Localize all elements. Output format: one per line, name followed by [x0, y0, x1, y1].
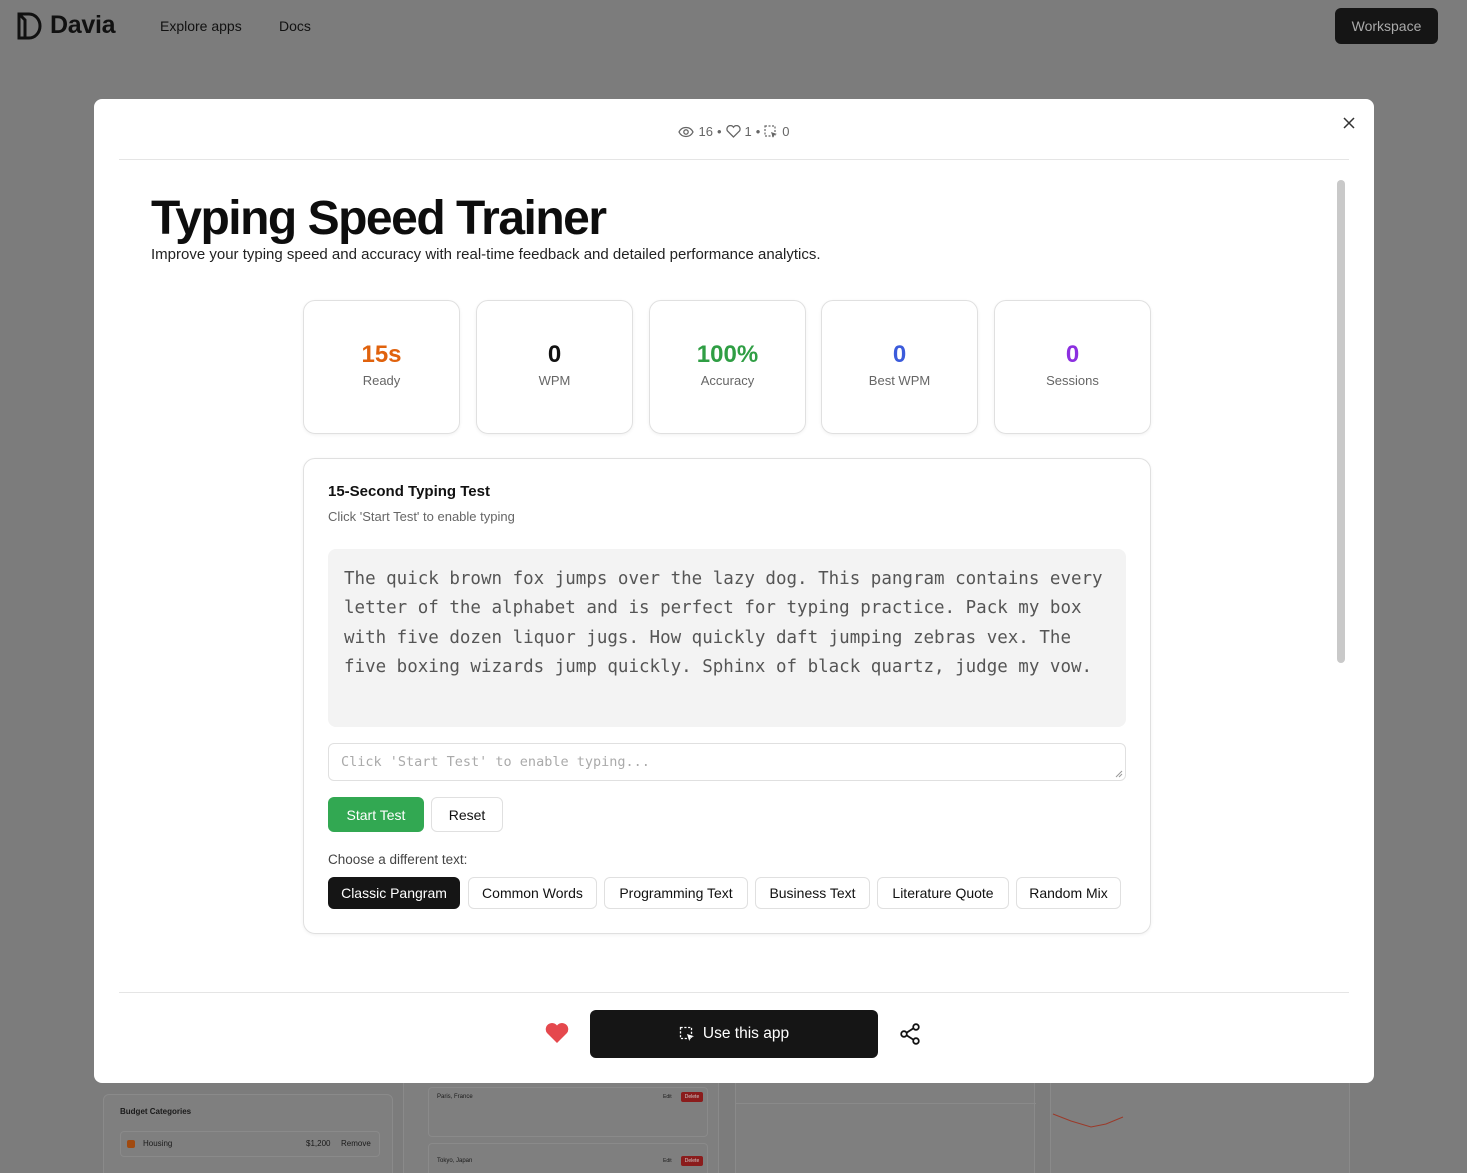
- app-preview: Typing Speed Trainer Improve your typing…: [119, 160, 1349, 975]
- test-subtitle: Click 'Start Test' to enable typing: [328, 509, 515, 524]
- bg-card-3: [735, 1078, 1036, 1173]
- chip-literature-quote[interactable]: Literature Quote: [877, 877, 1009, 909]
- bg-budget-card: Budget Categories Housing $1,200 Remove: [103, 1094, 393, 1173]
- separator: •: [755, 124, 761, 139]
- resize-grip-icon[interactable]: [1115, 770, 1123, 778]
- stat-label: Ready: [362, 372, 401, 388]
- bg-trip-delete: Delete: [681, 1156, 703, 1166]
- like-button[interactable]: [544, 1021, 570, 1045]
- bg-swatch: [127, 1140, 135, 1148]
- stat-card-timer: 15s Ready: [303, 300, 460, 434]
- brand-name: Davia: [50, 11, 116, 39]
- close-icon: [1343, 117, 1355, 129]
- choose-text-label: Choose a different text:: [328, 852, 468, 867]
- bg-budget-item: Housing: [143, 1139, 173, 1148]
- close-button[interactable]: [1339, 113, 1359, 133]
- workspace-button[interactable]: Workspace: [1335, 8, 1438, 44]
- bg-line-icon: [1052, 1113, 1124, 1128]
- stat-value: 0: [1065, 340, 1080, 368]
- stat-card-best-wpm: 0 Best WPM: [821, 300, 978, 434]
- stat-label: Sessions: [1046, 372, 1099, 388]
- bg-trip-name: Paris, France: [437, 1094, 473, 1100]
- nav-docs[interactable]: Docs: [279, 18, 311, 34]
- test-title: 15-Second Typing Test: [328, 483, 490, 500]
- reset-button[interactable]: Reset: [431, 797, 503, 832]
- app-subtitle: Improve your typing speed and accuracy w…: [151, 246, 821, 263]
- davia-logo-icon: [17, 12, 42, 39]
- app-modal: 16 • 1 • 0 Typing Speed Trainer Improve …: [94, 99, 1374, 1083]
- bg-divider: [736, 1103, 1036, 1104]
- typing-test-card: 15-Second Typing Test Click 'Start Test'…: [303, 458, 1151, 934]
- bg-trips-card: Paris, France Edit Delete Tokyo, Japan E…: [403, 1076, 719, 1173]
- uses-count: 0: [782, 124, 790, 139]
- bg-trip-row: Tokyo, Japan Edit Delete: [428, 1143, 708, 1173]
- cursor-select-icon: [679, 1026, 694, 1041]
- modal-divider-bottom: [119, 992, 1349, 993]
- bg-budget-remove: Remove: [341, 1139, 371, 1148]
- stat-card-wpm: 0 WPM: [476, 300, 633, 434]
- stat-value: 0: [892, 340, 907, 368]
- bg-budget-amount: $1,200: [306, 1139, 331, 1148]
- typing-input-placeholder: Click 'Start Test' to enable typing...: [341, 754, 650, 770]
- stat-label: Best WPM: [868, 372, 931, 388]
- heart-icon: [545, 1023, 569, 1043]
- bg-trip-row: Paris, France Edit Delete: [428, 1087, 708, 1137]
- nav-explore-apps[interactable]: Explore apps: [160, 18, 242, 34]
- stat-label: Accuracy: [700, 372, 755, 388]
- cursor-select-icon: [764, 124, 778, 138]
- bg-budget-title: Budget Categories: [120, 1107, 192, 1116]
- passage-text: The quick brown fox jumps over the lazy …: [328, 549, 1126, 727]
- modal-stats: 16 • 1 • 0: [94, 124, 1374, 139]
- chip-classic-pangram[interactable]: Classic Pangram: [328, 877, 460, 909]
- bg-budget-row: Housing $1,200 Remove: [120, 1131, 380, 1157]
- stat-value: 100%: [696, 340, 759, 368]
- bg-trip-edit: Edit: [663, 1158, 672, 1164]
- bg-trip-name: Tokyo, Japan: [437, 1158, 473, 1164]
- share-icon: [900, 1023, 920, 1045]
- chip-random-mix[interactable]: Random Mix: [1016, 877, 1121, 909]
- start-test-button[interactable]: Start Test: [328, 797, 424, 832]
- stat-value: 0: [547, 340, 562, 368]
- chip-business-text[interactable]: Business Text: [755, 877, 870, 909]
- stat-label: WPM: [538, 372, 571, 388]
- scrollbar-thumb[interactable]: [1337, 180, 1345, 663]
- heart-outline-icon: [725, 125, 741, 138]
- use-app-label: Use this app: [702, 1025, 790, 1042]
- views-count: 16: [698, 124, 713, 139]
- eye-icon: [678, 126, 695, 137]
- share-button[interactable]: [898, 1022, 922, 1046]
- bg-trip-edit: Edit: [663, 1094, 672, 1100]
- typing-input[interactable]: Click 'Start Test' to enable typing...: [328, 743, 1126, 781]
- use-app-button[interactable]: Use this app: [590, 1010, 878, 1058]
- stat-card-sessions: 0 Sessions: [994, 300, 1151, 434]
- likes-count: 1: [744, 124, 752, 139]
- brand-logo[interactable]: Davia: [16, 11, 116, 40]
- stat-card-accuracy: 100% Accuracy: [649, 300, 806, 434]
- separator: •: [716, 124, 722, 139]
- top-nav: Davia Explore apps Docs Workspace: [0, 0, 1467, 54]
- chip-programming-text[interactable]: Programming Text: [604, 877, 748, 909]
- bg-chart-card: [1050, 1078, 1350, 1173]
- stat-value: 15s: [361, 340, 402, 368]
- bg-trip-delete: Delete: [681, 1092, 703, 1102]
- chip-common-words[interactable]: Common Words: [468, 877, 597, 909]
- app-title: Typing Speed Trainer: [151, 192, 607, 245]
